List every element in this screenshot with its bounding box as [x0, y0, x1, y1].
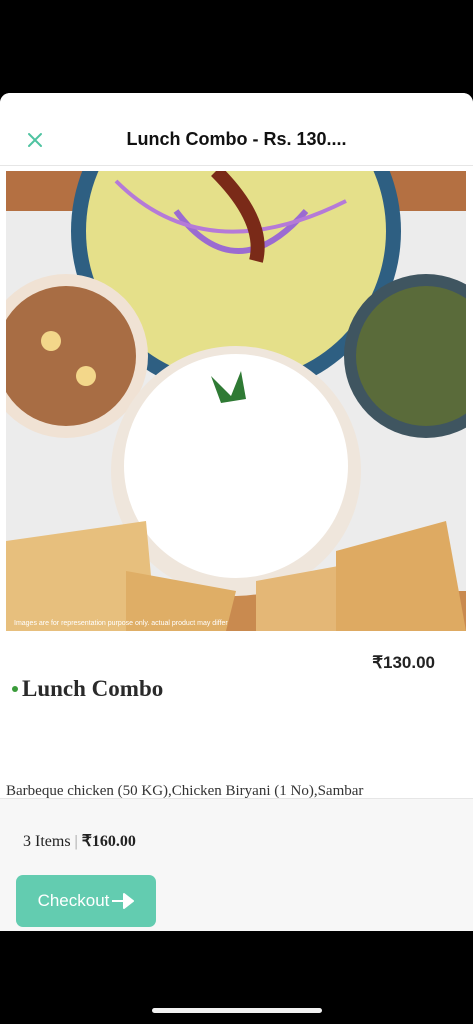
product-description: Barbeque chicken (50 KG),Chicken Biryani… — [6, 783, 364, 799]
cart-separator: | — [74, 833, 78, 850]
checkout-label: Checkout — [37, 891, 110, 910]
arrow-right-icon — [112, 893, 135, 909]
checkout-button[interactable]: Checkout — [16, 875, 156, 927]
product-price: ₹130.00 — [372, 653, 435, 672]
cart-summary: 3 Items | ₹160.00 — [23, 831, 136, 851]
product-image: Images are for representation purpose on… — [6, 171, 466, 631]
close-button[interactable] — [22, 127, 48, 153]
veg-indicator-icon — [12, 686, 18, 692]
page-title: Lunch Combo - Rs. 130.... — [126, 129, 347, 149]
cart-items-count: 3 Items — [23, 833, 71, 850]
home-indicator — [152, 1008, 322, 1013]
cart-footer: 3 Items | ₹160.00 Checkout — [0, 798, 473, 931]
product-sheet: Lunch Combo - Rs. 130.... Images are for… — [0, 93, 473, 931]
sheet-header: Lunch Combo - Rs. 130.... — [0, 93, 473, 166]
product-name: Lunch Combo — [22, 676, 164, 701]
image-caption: Images are for representation purpose on… — [14, 620, 228, 627]
close-icon — [28, 133, 42, 147]
product-title: Lunch Combo — [12, 676, 163, 702]
cart-total: ₹160.00 — [81, 833, 136, 850]
